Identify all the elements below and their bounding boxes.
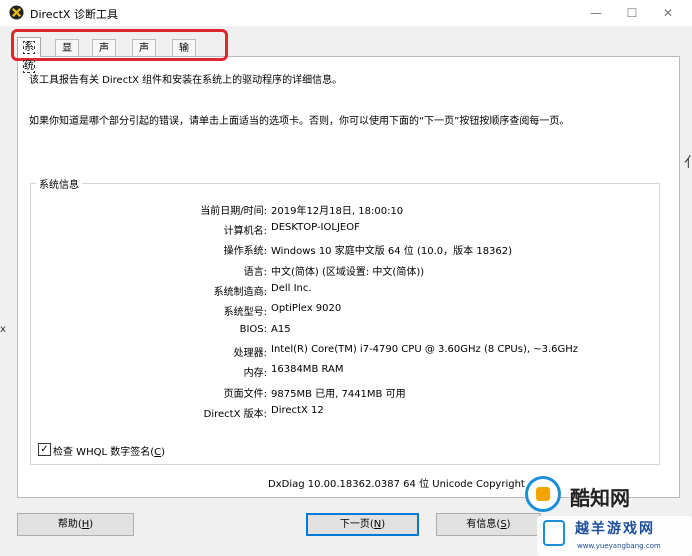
watermark-brand: 酷知网	[570, 486, 630, 510]
watermark-overlay: 酷知网 越羊游戏网 www.yueyangbang.com	[515, 468, 692, 556]
info-value: A15	[271, 324, 291, 335]
tabs-highlight-annotation	[11, 29, 228, 61]
directx-diagnostic-window: DirectX 诊断工具 — ☐ ✕ 系统 显示 声音 1 声音 2 输入 该工…	[0, 0, 692, 556]
intro-hint-text: 如果你知道是哪个部分引起的错误，请单击上面适当的选项卡。否则，你可以使用下面的“…	[29, 116, 570, 127]
system-info-title: 系统信息	[36, 176, 82, 191]
info-label: DirectX 版本:	[203, 409, 267, 420]
info-row-os: 操作系统: Windows 10 家庭中文版 64 位 (10.0，版本 183…	[0, 242, 692, 258]
info-label: 系统制造商:	[213, 287, 267, 298]
directx-app-icon	[9, 5, 24, 20]
info-label: BIOS:	[239, 324, 267, 335]
intro-text: 该工具报告有关 DirectX 组件和安装在系统上的驱动程序的详细信息。	[29, 75, 343, 86]
title-bar: DirectX 诊断工具 — ☐ ✕	[0, 0, 692, 26]
background-window-glyph: x	[0, 324, 6, 335]
info-row-model: 系统型号: OptiPlex 9020	[0, 303, 692, 319]
info-value: Windows 10 家庭中文版 64 位 (10.0，版本 18362)	[271, 246, 513, 257]
info-row-page-file: 页面文件: 9875MB 已用, 7441MB 可用	[0, 385, 692, 401]
tab-label: 系统	[23, 41, 35, 73]
info-value: 16384MB RAM	[271, 364, 344, 375]
watermark-badge: 越羊游戏网 www.yueyangbang.com	[537, 516, 692, 556]
info-row-datetime: 当前日期/时间: 2019年12月18日, 18:00:10	[0, 202, 692, 218]
info-row-bios: BIOS: A15	[0, 324, 692, 340]
info-value: 9875MB 已用, 7441MB 可用	[271, 389, 406, 400]
watermark-phone-icon	[543, 520, 565, 546]
whql-checkbox[interactable]: ✓	[38, 443, 51, 456]
whql-label: 检查 WHQL 数字签名(C)	[53, 447, 165, 458]
minimize-button[interactable]: —	[578, 0, 614, 26]
info-label: 操作系统:	[223, 246, 267, 257]
info-label: 语言:	[243, 267, 267, 278]
info-value: DESKTOP-IOLJEOF	[271, 222, 360, 233]
watermark-url: www.yueyangbang.com	[577, 542, 661, 550]
close-button[interactable]: ✕	[650, 0, 686, 26]
info-value: DirectX 12	[271, 405, 324, 416]
info-label: 处理器:	[233, 348, 267, 359]
info-row-memory: 内存: 16384MB RAM	[0, 364, 692, 380]
watermark-logo-icon	[525, 476, 561, 512]
info-value: OptiPlex 9020	[271, 303, 342, 314]
info-value: 中文(简体) (区域设置: 中文(简体))	[271, 267, 425, 278]
info-row-processor: 处理器: Intel(R) Core(TM) i7-4790 CPU @ 3.6…	[0, 344, 692, 360]
info-value: Intel(R) Core(TM) i7-4790 CPU @ 3.60GHz …	[271, 344, 579, 355]
info-value: 2019年12月18日, 18:00:10	[271, 206, 404, 217]
info-label: 计算机名:	[223, 226, 267, 237]
maximize-button[interactable]: ☐	[614, 0, 650, 26]
window-title: DirectX 诊断工具	[30, 8, 118, 21]
info-label: 内存:	[243, 368, 267, 379]
info-value: Dell Inc.	[271, 283, 312, 294]
help-button[interactable]: 帮助(H)	[17, 513, 134, 536]
watermark-badge-title: 越羊游戏网	[575, 521, 655, 537]
background-window-glyph: 亻	[684, 155, 692, 171]
next-page-button[interactable]: 下一页(N)	[306, 513, 419, 536]
info-label: 当前日期/时间:	[200, 206, 267, 217]
info-row-directx-version: DirectX 版本: DirectX 12	[0, 405, 692, 421]
info-row-computer-name: 计算机名: DESKTOP-IOLJEOF	[0, 222, 692, 238]
info-label: 系统型号:	[223, 307, 267, 318]
info-row-manufacturer: 系统制造商: Dell Inc.	[0, 283, 692, 299]
info-row-language: 语言: 中文(简体) (区域设置: 中文(简体))	[0, 263, 692, 279]
tab-system[interactable]: 系统	[17, 37, 41, 73]
dxdiag-version-text: DxDiag 10.00.18362.0387 64 位 Unicode Cop…	[268, 479, 539, 490]
info-label: 页面文件:	[223, 389, 267, 400]
